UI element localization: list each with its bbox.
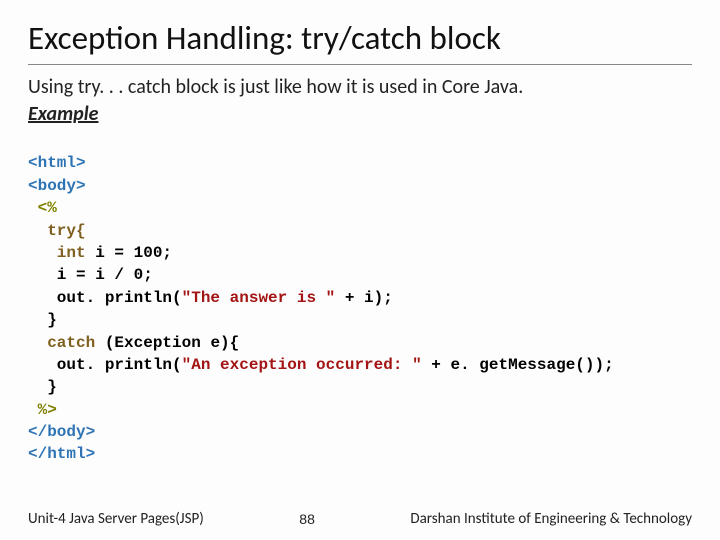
slide-title: Exception Handling: try/catch block (28, 18, 692, 65)
code-line: } (28, 311, 57, 329)
description-text: Using try. . . catch block is just like … (28, 75, 692, 100)
code-token: + i); (335, 289, 393, 307)
footer-right: Darshan Institute of Engineering & Techn… (410, 510, 692, 528)
slide: Exception Handling: try/catch block Usin… (0, 0, 720, 488)
code-line: <% (28, 199, 57, 217)
code-line: } (28, 378, 57, 396)
footer: Unit-4 Java Server Pages(JSP) 88 Darshan… (0, 510, 720, 528)
code-token: i = 100; (86, 244, 172, 262)
code-token: (Exception e){ (95, 334, 239, 352)
code-line: i = i / 0; (28, 266, 153, 284)
code-token: int (28, 244, 86, 262)
code-block: <html> <body> <% try{ int i = 100; i = i… (28, 130, 692, 488)
code-token: + e. getMessage()); (422, 356, 614, 374)
code-line: </html> (28, 445, 95, 463)
code-token: catch (28, 334, 95, 352)
code-token: out. println( (28, 356, 182, 374)
example-label: Example (28, 102, 692, 126)
code-line: <html> (28, 154, 86, 172)
footer-left: Unit-4 Java Server Pages(JSP) (28, 510, 204, 528)
code-line: try{ (28, 222, 86, 240)
code-line: %> (28, 401, 57, 419)
code-line: <body> (28, 177, 86, 195)
code-token: "An exception occurred: " (182, 356, 422, 374)
code-token: out. println( (28, 289, 182, 307)
code-line: </body> (28, 423, 95, 441)
page-number: 88 (299, 511, 315, 527)
code-token: "The answer is " (182, 289, 336, 307)
